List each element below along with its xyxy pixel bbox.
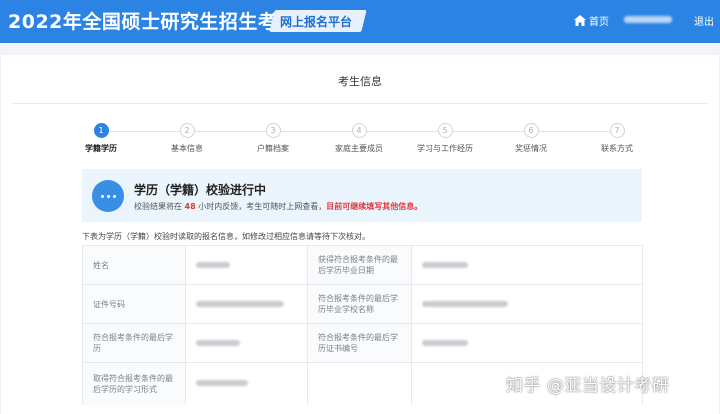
platform-tag-label: 网上报名平台 xyxy=(280,15,353,29)
step-5[interactable]: 5 学习与工作经历 xyxy=(410,123,480,154)
home-link[interactable]: 首页 xyxy=(574,13,609,28)
step-number: 3 xyxy=(265,123,281,138)
field-value-redacted xyxy=(411,245,643,285)
step-number: 2 xyxy=(179,123,195,138)
step-label: 学习与工作经历 xyxy=(417,144,473,153)
field-label: 符合报考条件的最后学历毕业学校名称 xyxy=(307,284,412,324)
message-warning: 目前可继续填写其他信息。 xyxy=(326,202,423,211)
field-label: 姓名 xyxy=(82,245,186,285)
field-label: 符合报考条件的最后学历证书编号 xyxy=(307,323,412,363)
field-label: 取得符合报考条件的最后学历的学习形式 xyxy=(82,362,186,405)
step-number: 6 xyxy=(523,123,539,138)
table-note: 下表为学历（学籍）校验时读取的报名信息，如修改过相应信息请等待下次核对。 xyxy=(82,232,370,241)
step-label: 奖惩情况 xyxy=(515,144,547,153)
section-divider xyxy=(12,103,708,104)
step-6[interactable]: 6 奖惩情况 xyxy=(496,123,566,154)
message-middle: 小时内反馈，考生可随时上网查看， xyxy=(198,202,327,211)
field-value-redacted xyxy=(185,362,308,405)
step-number: 5 xyxy=(437,123,453,138)
message-prefix: 校验结果将在 xyxy=(134,202,182,211)
verification-message: 校验结果将在 48 小时内反馈，考生可随时上网查看，目前可继续填写其他信息。 xyxy=(134,201,422,212)
verification-title: 学历（学籍）校验进行中 xyxy=(134,183,267,197)
home-link-label: 首页 xyxy=(589,17,609,28)
field-value-redacted xyxy=(185,284,308,324)
field-label-empty xyxy=(307,362,412,405)
logout-link[interactable]: 退出 xyxy=(694,13,714,28)
step-label: 学籍学历 xyxy=(85,144,117,153)
table-row: 符合报考条件的最后学历 符合报考条件的最后学历证书编号 xyxy=(82,323,643,363)
username-redacted xyxy=(624,16,672,23)
step-7[interactable]: 7 联系方式 xyxy=(582,123,652,154)
field-label: 证件号码 xyxy=(82,284,186,324)
table-row: 姓名 获得符合报考条件的最后学历毕业日期 xyxy=(82,245,643,285)
step-label: 基本信息 xyxy=(171,144,203,153)
watermark: 知乎 @亚当设计考研 xyxy=(506,376,670,396)
field-label: 获得符合报考条件的最后学历毕业日期 xyxy=(307,245,412,285)
field-value-redacted xyxy=(185,323,308,363)
step-number: 1 xyxy=(93,123,109,138)
step-2[interactable]: 2 基本信息 xyxy=(152,123,222,154)
field-value-redacted xyxy=(185,245,308,285)
field-value-redacted xyxy=(411,323,643,363)
section-title: 考生信息 xyxy=(338,75,382,88)
step-4[interactable]: 4 家庭主要成员 xyxy=(324,123,394,154)
table-row: 证件号码 符合报考条件的最后学历毕业学校名称 xyxy=(82,284,643,324)
feedback-hours: 48 xyxy=(184,202,196,211)
step-number: 7 xyxy=(609,123,625,138)
page-background-strip xyxy=(0,43,720,55)
more-dots-icon xyxy=(92,180,124,212)
site-title: 2022年全国硕士研究生招生考试 xyxy=(8,11,297,33)
home-icon xyxy=(574,15,586,26)
step-number: 4 xyxy=(351,123,367,138)
step-3[interactable]: 3 户籍档案 xyxy=(238,123,308,154)
step-1[interactable]: 1 学籍学历 xyxy=(66,123,136,154)
field-value-redacted xyxy=(411,284,643,324)
step-label: 家庭主要成员 xyxy=(335,144,383,153)
step-label: 户籍档案 xyxy=(257,144,289,153)
field-label: 符合报考条件的最后学历 xyxy=(82,323,186,363)
step-label: 联系方式 xyxy=(601,144,633,153)
